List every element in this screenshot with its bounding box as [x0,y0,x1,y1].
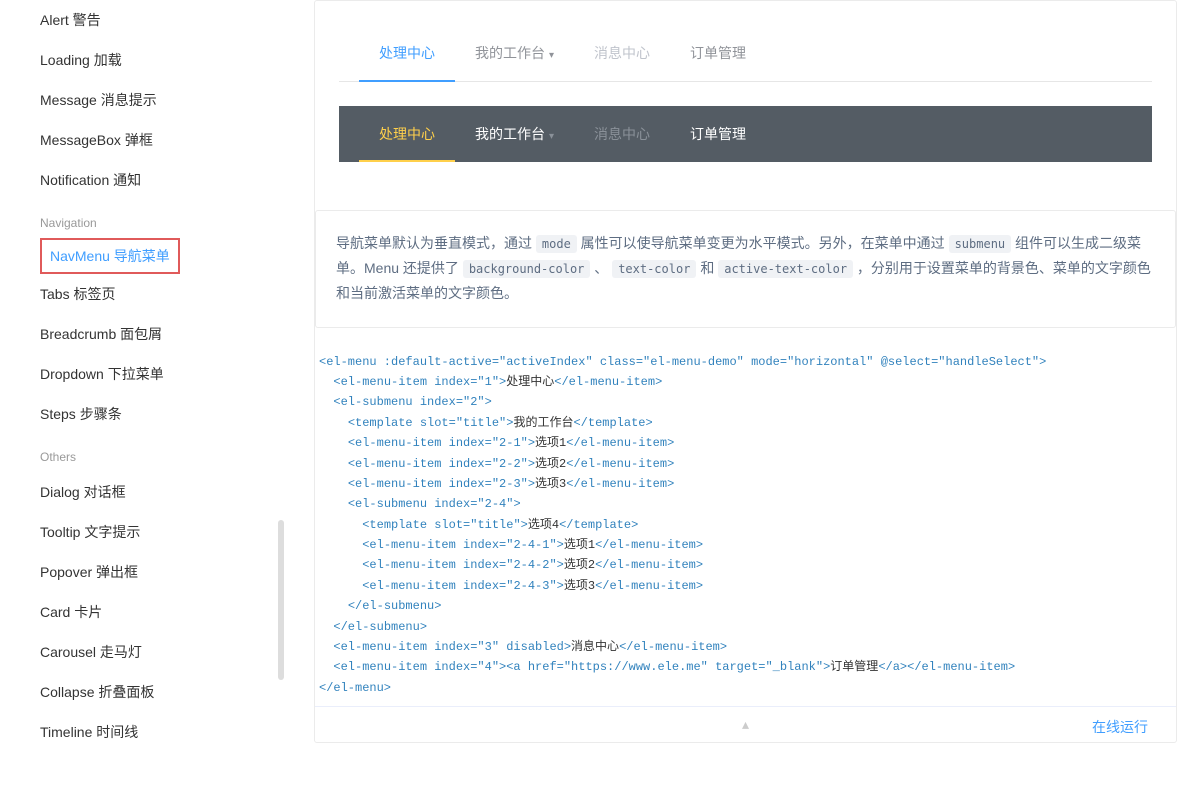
code-tag: </template> [559,518,638,532]
desc-text: 导航菜单默认为垂直模式，通过 [336,235,536,251]
code-text: 消息中心 [571,640,619,654]
light-horizontal-menu: 处理中心 我的工作台 ▾ 消息中心 订单管理 [339,25,1152,82]
demo-description: 导航菜单默认为垂直模式，通过 mode 属性可以使导航菜单变更为水平模式。另外，… [315,210,1176,328]
run-online-link[interactable]: 在线运行 [1092,717,1148,737]
desc-text: 属性可以使导航菜单变更为水平模式。另外，在菜单中通过 [577,235,949,251]
demo-source: 处理中心 我的工作台 ▾ 消息中心 订单管理 处理中心 我的工作台 ▾ 消息中心 订… [315,1,1176,210]
main-content: 处理中心 我的工作台 ▾ 消息中心 订单管理 处理中心 我的工作台 ▾ 消息中心 订… [290,0,1201,788]
sidebar-item-popover[interactable]: Popover 弹出框 [40,552,290,592]
code-text: 订单管理 [830,660,878,674]
dark-horizontal-menu: 处理中心 我的工作台 ▾ 消息中心 订单管理 [339,106,1152,162]
code-tag: </template> [573,416,652,430]
code-text: 选项3 [535,477,566,491]
code-tag: </el-menu-item> [566,457,674,471]
code-text: 选项4 [528,518,559,532]
code-tag: </el-menu-item> [566,477,674,491]
sidebar-item-collapse[interactable]: Collapse 折叠面板 [40,672,290,712]
sidebar-group-navigation: Navigation [40,216,290,230]
code-tag: <template slot="title"> [348,416,514,430]
menu-item-order-management-dark[interactable]: 订单管理 [670,106,766,162]
sidebar: Alert 警告 Loading 加载 Message 消息提示 Message… [0,0,290,788]
code-block: <el-menu :default-active="activeIndex" c… [315,352,1176,699]
code-tag: <el-menu-item index="2-4-2"> [362,558,564,572]
code-tag: </el-menu-item> [619,640,727,654]
sidebar-item-message[interactable]: Message 消息提示 [40,80,290,120]
sidebar-item-tabs[interactable]: Tabs 标签页 [40,274,290,314]
code-text: 选项1 [535,436,566,450]
sidebar-item-loading[interactable]: Loading 加载 [40,40,290,80]
menu-item-my-workspace-dark[interactable]: 我的工作台 ▾ [455,106,574,162]
code-tag: <el-menu-item index="1"> [333,375,506,389]
sidebar-item-messagebox[interactable]: MessageBox 弹框 [40,120,290,160]
code-inline: submenu [949,235,1012,253]
code-tag: <el-menu-item index="2-1"> [348,436,535,450]
code-tag: <el-submenu index="2-4"> [348,497,521,511]
code-tag: <el-menu-item index="2-4-1"> [362,538,564,552]
sidebar-item-timeline[interactable]: Timeline 时间线 [40,712,290,752]
code-tag: </el-menu-item> [554,375,662,389]
menu-item-label: 我的工作台 [475,45,545,61]
menu-item-my-workspace[interactable]: 我的工作台 ▾ [455,25,574,81]
code-tag: </el-menu-item> [595,558,703,572]
demo-code-control[interactable]: ▴ 在线运行 [315,706,1176,742]
code-text: 选项2 [564,558,595,572]
code-tag: <el-submenu index="2"> [333,395,491,409]
page-root: Alert 警告 Loading 加载 Message 消息提示 Message… [0,0,1201,788]
code-inline: background-color [463,260,591,278]
menu-item-message-center: 消息中心 [574,25,670,81]
chevron-down-icon: ▾ [549,131,554,142]
code-tag: </el-menu-item> [595,538,703,552]
code-inline: active-text-color [718,260,853,278]
code-tag: <template slot="title"> [362,518,528,532]
code-tag: </el-submenu> [348,599,442,613]
caret-up-icon: ▴ [742,716,749,732]
code-tag: <el-menu :default-active="activeIndex" c… [319,355,1046,369]
sidebar-item-card[interactable]: Card 卡片 [40,592,290,632]
menu-item-processing-center-dark[interactable]: 处理中心 [359,106,455,162]
sidebar-item-steps[interactable]: Steps 步骤条 [40,394,290,434]
code-tag: <el-menu-item index="3" disabled> [333,640,571,654]
menu-item-processing-center[interactable]: 处理中心 [359,25,455,81]
sidebar-scrollbar-thumb[interactable] [278,520,284,680]
code-text: 选项2 [535,457,566,471]
sidebar-item-dialog[interactable]: Dialog 对话框 [40,472,290,512]
code-inline: mode [536,235,577,253]
code-tag: <a href="https://www.ele.me" target="_bl… [506,660,830,674]
code-tag: <el-menu-item index="4"> [333,660,506,674]
code-tag: <el-menu-item index="2-2"> [348,457,535,471]
sidebar-item-notification[interactable]: Notification 通知 [40,160,290,200]
sidebar-item-alert[interactable]: Alert 警告 [40,0,290,40]
code-tag: </a> [878,660,907,674]
desc-text: 、 [590,260,612,276]
code-text: 选项1 [564,538,595,552]
code-text: 我的工作台 [513,416,573,430]
code-tag: </el-menu> [319,681,391,695]
sidebar-item-dropdown[interactable]: Dropdown 下拉菜单 [40,354,290,394]
desc-text: 和 [696,260,718,276]
demo-block: 处理中心 我的工作台 ▾ 消息中心 订单管理 处理中心 我的工作台 ▾ 消息中心 订… [314,0,1177,743]
sidebar-group-others: Others [40,450,290,464]
code-tag: </el-submenu> [333,620,427,634]
sidebar-item-tooltip[interactable]: Tooltip 文字提示 [40,512,290,552]
code-tag: </el-menu-item> [907,660,1015,674]
code-text: 选项3 [564,579,595,593]
code-tag: <el-menu-item index="2-4-3"> [362,579,564,593]
sidebar-item-breadcrumb[interactable]: Breadcrumb 面包屑 [40,314,290,354]
code-tag: <el-menu-item index="2-3"> [348,477,535,491]
sidebar-item-navmenu[interactable]: NavMenu 导航菜单 [40,238,180,274]
code-tag: </el-menu-item> [595,579,703,593]
menu-item-label: 我的工作台 [475,126,545,142]
code-inline: text-color [612,260,696,278]
sidebar-item-carousel[interactable]: Carousel 走马灯 [40,632,290,672]
code-tag: </el-menu-item> [566,436,674,450]
menu-item-message-center-dark: 消息中心 [574,106,670,162]
menu-item-order-management[interactable]: 订单管理 [670,25,766,81]
chevron-down-icon: ▾ [549,50,554,61]
code-text: 处理中心 [506,375,554,389]
